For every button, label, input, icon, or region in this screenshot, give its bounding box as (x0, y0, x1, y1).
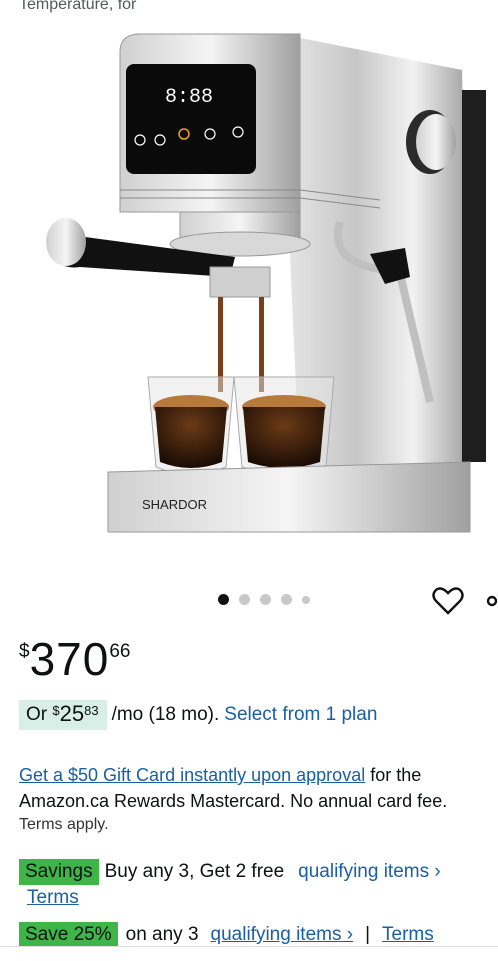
carousel-dot[interactable] (281, 594, 292, 605)
gift-card-text: for the (365, 765, 422, 785)
save-text: on any 3 (125, 924, 199, 945)
carousel-dot-active[interactable] (218, 594, 229, 605)
save-badge: Save 25% (19, 922, 118, 948)
bottom-nav-bar (0, 946, 498, 961)
gift-card-offer: Get a $50 Gift Card instantly upon appro… (19, 762, 498, 814)
price-fraction: 66 (109, 641, 131, 662)
savings-terms-link[interactable]: Terms (27, 887, 79, 909)
terms-apply-text: Terms apply. (19, 816, 109, 833)
save-percent-row: Save 25% on any 3 qualifying items › | T… (19, 922, 434, 948)
savings-row: Savings Buy any 3, Get 2 free qualifying… (19, 859, 441, 885)
heart-icon[interactable] (432, 586, 464, 616)
monthly-symbol: $ (52, 703, 60, 718)
monthly-prefix: Or (26, 704, 53, 725)
save-terms-link[interactable]: Terms (382, 924, 434, 946)
qualifying-items-link[interactable]: qualifying items › (298, 861, 441, 883)
carousel-dot[interactable] (260, 594, 271, 605)
gift-card-line2: Amazon.ca Rewards Mastercard. No annual … (19, 791, 448, 811)
separator: | (365, 924, 371, 945)
display-digits: 8:88 (165, 86, 213, 109)
price-whole: 370 (29, 633, 110, 685)
carousel-dot[interactable] (239, 594, 250, 605)
savings-badge: Savings (19, 859, 99, 885)
save-qualifying-items-link[interactable]: qualifying items › (211, 924, 354, 946)
share-icon[interactable] (484, 586, 498, 616)
monthly-whole: 25 (59, 701, 85, 726)
machine-back-dark (462, 90, 486, 462)
control-panel (126, 64, 256, 174)
monthly-fraction: 83 (84, 703, 99, 718)
carousel-dot[interactable] (302, 595, 310, 604)
product-image[interactable]: 8:88 SHARDOR (0, 22, 498, 582)
price-symbol: $ (19, 641, 30, 662)
select-plan-link[interactable]: Select from 1 plan (224, 704, 377, 726)
monthly-term: /mo (18 mo). (111, 704, 220, 725)
gift-card-link[interactable]: Get a $50 Gift Card instantly upon appro… (19, 765, 365, 785)
monthly-payment-row: Or $ 25 83 /mo (18 mo). Select from 1 pl… (19, 700, 377, 730)
monthly-price-badge: Or $ 25 83 (19, 700, 107, 730)
product-price: $ 370 66 (19, 636, 130, 682)
savings-text: Buy any 3, Get 2 free (104, 861, 285, 882)
brand-label: SHARDOR (142, 497, 207, 512)
image-carousel-dots[interactable] (218, 594, 310, 605)
product-description-fragment: Temperature, for (19, 0, 137, 13)
